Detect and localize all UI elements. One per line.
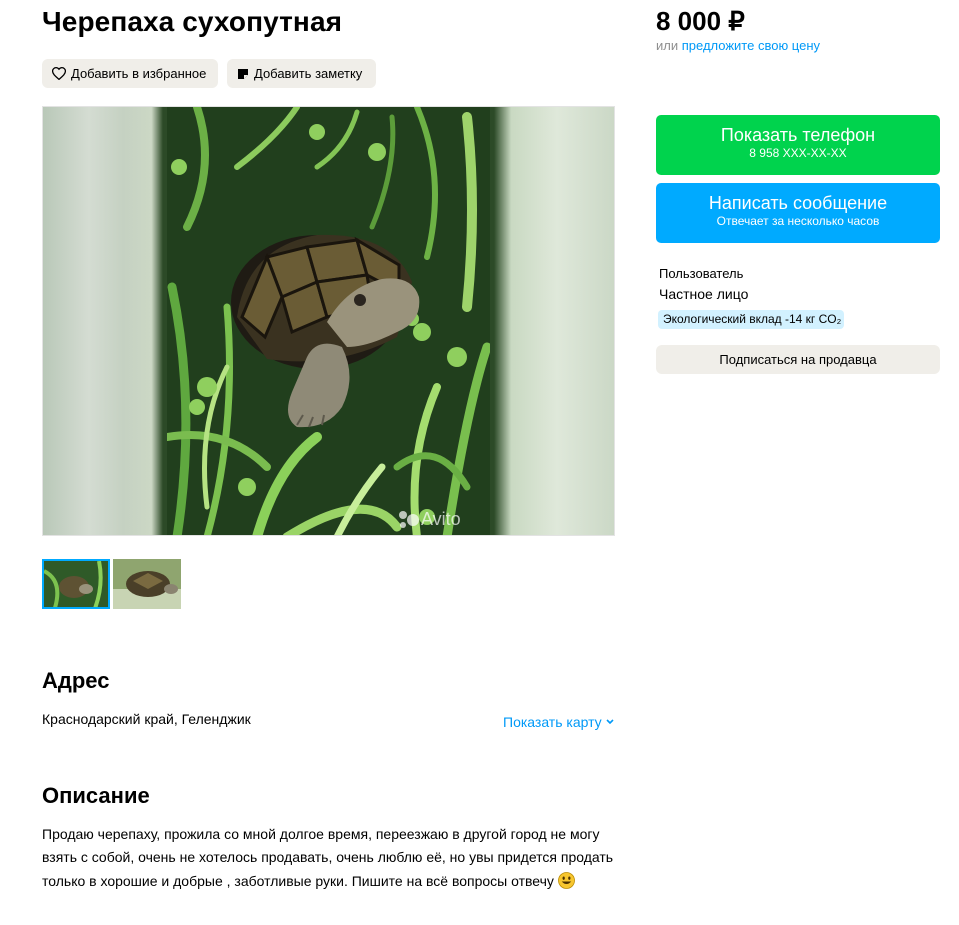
- tortoise-photo: Avito: [167, 107, 490, 535]
- show-phone-button[interactable]: Показать телефон 8 958 XXX-XX-XX: [656, 115, 940, 175]
- thumbnail-image: [113, 559, 181, 609]
- phone-number-masked: 8 958 XXX-XX-XX: [749, 146, 847, 160]
- show-map-link[interactable]: Показать карту: [503, 714, 614, 730]
- svg-text:Avito: Avito: [421, 509, 461, 529]
- description-heading: Описание: [42, 783, 150, 808]
- heart-icon: [52, 67, 66, 80]
- description-text: Продаю черепаху, прожила со мной долгое …: [42, 826, 614, 889]
- seller-role: Пользователь: [659, 266, 744, 281]
- thumbnail-1[interactable]: [42, 559, 110, 609]
- show-phone-label: Показать телефон: [720, 125, 876, 145]
- photo-gallery[interactable]: Avito: [42, 106, 615, 536]
- address-heading: Адрес: [42, 668, 110, 693]
- subscribe-seller-button[interactable]: Подписаться на продавца: [656, 345, 940, 374]
- chevron-down-icon: [605, 719, 614, 725]
- description-body: Продаю черепаху, прожила со мной долгое …: [42, 823, 617, 893]
- add-note-label: Добавить заметку: [254, 66, 363, 81]
- write-message-label: Написать сообщение: [708, 193, 888, 213]
- show-map-label: Показать карту: [503, 714, 602, 730]
- add-to-favorites-label: Добавить в избранное: [71, 66, 207, 81]
- add-note-button[interactable]: Добавить заметку: [227, 59, 376, 88]
- thumbnail-2[interactable]: [113, 559, 181, 609]
- offer-price-line: или предложите свою цену: [656, 38, 820, 53]
- eco-contribution-badge[interactable]: Экологический вклад -14 кг CO₂: [658, 310, 845, 329]
- add-to-favorites-button[interactable]: Добавить в избранное: [42, 59, 218, 88]
- page-title: Черепаха сухопутная: [42, 6, 343, 37]
- write-message-button[interactable]: Написать сообщение Отвечает за несколько…: [656, 183, 940, 243]
- address-text: Краснодарский край, Геленджик: [42, 711, 251, 727]
- offer-prefix: или: [656, 38, 679, 53]
- offer-price-link[interactable]: предложите свою цену: [682, 38, 820, 53]
- thumbnail-image: [44, 561, 108, 607]
- grinning-face-icon: [558, 871, 575, 889]
- response-time: Отвечает за несколько часов: [716, 214, 880, 228]
- price: 8 000 ₽: [656, 6, 745, 36]
- seller-type: Частное лицо: [659, 286, 749, 302]
- note-icon: [238, 68, 248, 79]
